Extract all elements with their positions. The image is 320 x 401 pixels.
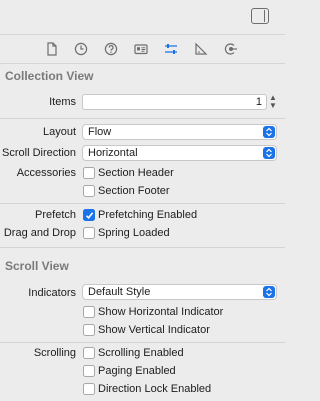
- attributes-sliders-icon[interactable]: [163, 41, 179, 57]
- layout-value: Flow: [88, 126, 112, 138]
- items-stepper[interactable]: ▲ ▼: [268, 94, 279, 110]
- chevron-updown-icon: [263, 126, 275, 138]
- file-icon[interactable]: [44, 41, 60, 57]
- divider: [0, 118, 285, 119]
- paging-enabled-label: Paging Enabled: [98, 365, 176, 377]
- spring-loaded-label: Spring Loaded: [98, 227, 170, 239]
- section-footer-label: Section Footer: [98, 185, 170, 197]
- items-label: Items: [49, 96, 76, 108]
- prefetching-enabled-label: Prefetching Enabled: [98, 209, 198, 221]
- stepper-down-icon[interactable]: ▼: [269, 102, 277, 110]
- connections-arrow-icon[interactable]: [223, 41, 239, 57]
- checkbox-box[interactable]: [83, 167, 95, 179]
- indicators-label: Indicators: [28, 287, 76, 299]
- divider: [0, 247, 285, 248]
- layout-popup[interactable]: Flow: [82, 124, 277, 140]
- checkbox-box[interactable]: [83, 306, 95, 318]
- checkbox-box[interactable]: [83, 324, 95, 336]
- chevron-updown-icon: [263, 286, 275, 298]
- scroll-direction-label: Scroll Direction: [2, 147, 76, 159]
- checkbox-box[interactable]: [83, 383, 95, 395]
- section-header-checkbox[interactable]: Section Header: [83, 166, 174, 180]
- scroll-direction-popup[interactable]: Horizontal: [82, 145, 277, 161]
- checkbox-checked[interactable]: [83, 209, 95, 221]
- attributes-inspector: Collection View Items 1 ▲ ▼ Layout Flow …: [0, 64, 285, 401]
- divider: [0, 203, 285, 204]
- accessories-label: Accessories: [16, 167, 76, 179]
- direction-lock-enabled-label: Direction Lock Enabled: [98, 383, 212, 395]
- show-horizontal-indicator-label: Show Horizontal Indicator: [98, 306, 224, 318]
- indicators-value: Default Style: [88, 286, 151, 298]
- checkbox-box[interactable]: [83, 185, 95, 197]
- indicators-popup[interactable]: Default Style: [82, 284, 277, 300]
- inspector-tab-bar: [0, 34, 285, 64]
- divider: [0, 342, 285, 343]
- direction-lock-enabled-checkbox[interactable]: Direction Lock Enabled: [83, 382, 211, 396]
- show-horizontal-indicator-checkbox[interactable]: Show Horizontal Indicator: [83, 305, 223, 319]
- show-vertical-indicator-label: Show Vertical Indicator: [98, 324, 210, 336]
- chevron-updown-icon: [263, 147, 275, 159]
- collection-view-section-title: Collection View: [5, 69, 94, 83]
- drag-drop-label: Drag and Drop: [3, 227, 76, 239]
- scrolling-enabled-checkbox[interactable]: Scrolling Enabled: [83, 346, 184, 360]
- scrolling-label: Scrolling: [33, 347, 76, 359]
- spring-loaded-checkbox[interactable]: Spring Loaded: [83, 226, 170, 240]
- scroll-view-section-title: Scroll View: [5, 259, 69, 273]
- checkbox-box[interactable]: [83, 365, 95, 377]
- show-vertical-indicator-checkbox[interactable]: Show Vertical Indicator: [83, 323, 210, 337]
- scrolling-enabled-label: Scrolling Enabled: [98, 347, 184, 359]
- section-footer-checkbox[interactable]: Section Footer: [83, 184, 170, 198]
- prefetch-label: Prefetch: [35, 209, 76, 221]
- identity-card-icon[interactable]: [133, 41, 149, 57]
- layout-label: Layout: [42, 126, 76, 138]
- items-value: 1: [255, 96, 262, 108]
- items-field[interactable]: 1: [82, 94, 267, 110]
- checkbox-box[interactable]: [83, 347, 95, 359]
- section-header-label: Section Header: [98, 167, 174, 179]
- help-icon[interactable]: [103, 41, 119, 57]
- prefetching-enabled-checkbox[interactable]: Prefetching Enabled: [83, 208, 197, 222]
- checkbox-box[interactable]: [83, 227, 95, 239]
- paging-enabled-checkbox[interactable]: Paging Enabled: [83, 364, 176, 378]
- history-clock-icon[interactable]: [73, 41, 89, 57]
- right-sidebar-icon[interactable]: [251, 8, 269, 24]
- size-ruler-icon[interactable]: [193, 41, 209, 57]
- scroll-direction-value: Horizontal: [88, 147, 138, 159]
- inspector-toolbar: [0, 0, 285, 34]
